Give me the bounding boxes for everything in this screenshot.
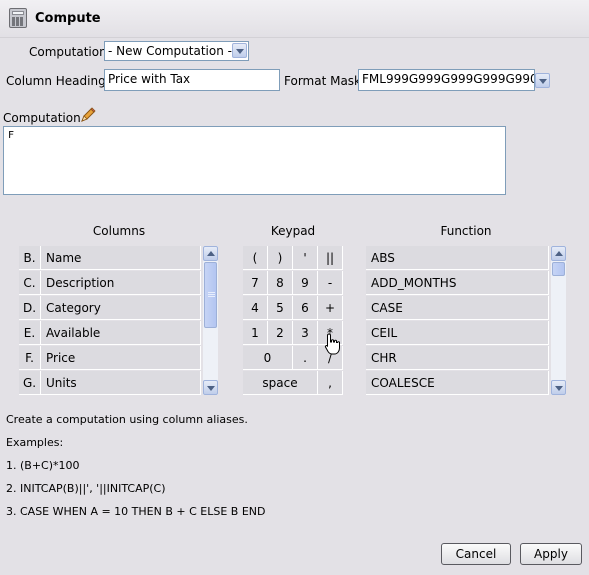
- keypad-key[interactable]: ||: [318, 246, 343, 270]
- keypad-key[interactable]: +: [318, 296, 343, 320]
- apply-button[interactable]: Apply: [520, 543, 582, 565]
- columns-list: B. Name C. Description D. Category E. Av…: [19, 246, 220, 395]
- keypad-heading: Keypad: [270, 224, 316, 238]
- keypad-key[interactable]: 3: [293, 321, 318, 345]
- computation-select-value: - New Computation -: [108, 44, 232, 58]
- example-item: 1. (B+C)*100: [6, 459, 80, 472]
- column-alias[interactable]: G.: [19, 371, 41, 395]
- keypad-key[interactable]: -: [318, 271, 343, 295]
- keypad-key[interactable]: 6: [293, 296, 318, 320]
- keypad-key[interactable]: 1: [243, 321, 268, 345]
- keypad-key[interactable]: ): [268, 246, 293, 270]
- keypad-key[interactable]: 0: [243, 346, 293, 370]
- column-heading-label: Column Heading: [6, 74, 106, 88]
- keypad-key[interactable]: space: [243, 371, 318, 395]
- keypad-key[interactable]: 8: [268, 271, 293, 295]
- scroll-up-icon[interactable]: [551, 246, 566, 261]
- function-item[interactable]: CHR: [366, 346, 549, 370]
- expression-label: Computation: [3, 111, 81, 125]
- format-mask-dropdown-button[interactable]: [535, 73, 550, 88]
- column-heading-input[interactable]: Price with Tax: [104, 69, 280, 91]
- column-alias[interactable]: D.: [19, 296, 41, 320]
- scroll-down-icon[interactable]: [551, 380, 566, 395]
- column-name[interactable]: Units: [41, 371, 201, 395]
- column-alias[interactable]: C.: [19, 271, 41, 295]
- column-name[interactable]: Name: [41, 246, 201, 270]
- columns-heading: Columns: [92, 224, 146, 238]
- keypad-key[interactable]: 2: [268, 321, 293, 345]
- scroll-down-icon[interactable]: [203, 380, 218, 395]
- column-name[interactable]: Category: [41, 296, 201, 320]
- keypad-key[interactable]: 4: [243, 296, 268, 320]
- chevron-down-icon[interactable]: [232, 43, 247, 58]
- column-name[interactable]: Available: [41, 321, 201, 345]
- function-item[interactable]: ADD_MONTHS: [366, 271, 549, 295]
- function-item[interactable]: CASE: [366, 296, 549, 320]
- cancel-button[interactable]: Cancel: [441, 543, 511, 565]
- keypad-key[interactable]: 5: [268, 296, 293, 320]
- scrollbar-thumb[interactable]: [204, 262, 217, 328]
- keypad-key[interactable]: ': [293, 246, 318, 270]
- format-mask-label: Format Mask: [284, 74, 362, 88]
- function-list: ABS ADD_MONTHS CASE CEIL CHR COALESCE: [366, 246, 567, 395]
- expression-textarea[interactable]: F: [3, 126, 506, 195]
- keypad: ( ) ' || 7 8 9 - 4 5 6 + 1 2 3 * 0 . / s…: [243, 246, 343, 395]
- function-item[interactable]: COALESCE: [366, 371, 549, 395]
- hand-cursor-icon: [324, 333, 340, 355]
- columns-scrollbar[interactable]: [203, 246, 218, 395]
- keypad-key[interactable]: ,: [318, 371, 343, 395]
- function-heading: Function: [440, 224, 492, 238]
- computation-select-label: Computation: [29, 45, 107, 59]
- computation-select[interactable]: - New Computation -: [104, 41, 249, 61]
- help-intro: Create a computation using column aliase…: [6, 413, 248, 426]
- example-item: 2. INITCAP(B)||', '||INITCAP(C): [6, 482, 166, 495]
- example-item: 3. CASE WHEN A = 10 THEN B + C ELSE B EN…: [6, 505, 266, 518]
- pencil-icon[interactable]: [80, 107, 96, 123]
- column-alias[interactable]: B.: [19, 246, 41, 270]
- function-item[interactable]: ABS: [366, 246, 549, 270]
- function-item[interactable]: CEIL: [366, 321, 549, 345]
- column-name[interactable]: Description: [41, 271, 201, 295]
- keypad-key[interactable]: .: [293, 346, 318, 370]
- examples-label: Examples:: [6, 436, 64, 449]
- column-alias[interactable]: F.: [19, 346, 41, 370]
- column-alias[interactable]: E.: [19, 321, 41, 345]
- scroll-up-icon[interactable]: [203, 246, 218, 261]
- keypad-key[interactable]: 7: [243, 271, 268, 295]
- function-scrollbar[interactable]: [551, 246, 566, 395]
- dialog-titlebar: Compute: [0, 0, 589, 38]
- column-name[interactable]: Price: [41, 346, 201, 370]
- dialog-title: Compute: [35, 11, 101, 26]
- format-mask-input[interactable]: FML999G999G999G999G990: [358, 69, 535, 91]
- scrollbar-thumb[interactable]: [552, 262, 565, 276]
- keypad-key[interactable]: 9: [293, 271, 318, 295]
- calculator-icon: [9, 8, 27, 28]
- keypad-key[interactable]: (: [243, 246, 268, 270]
